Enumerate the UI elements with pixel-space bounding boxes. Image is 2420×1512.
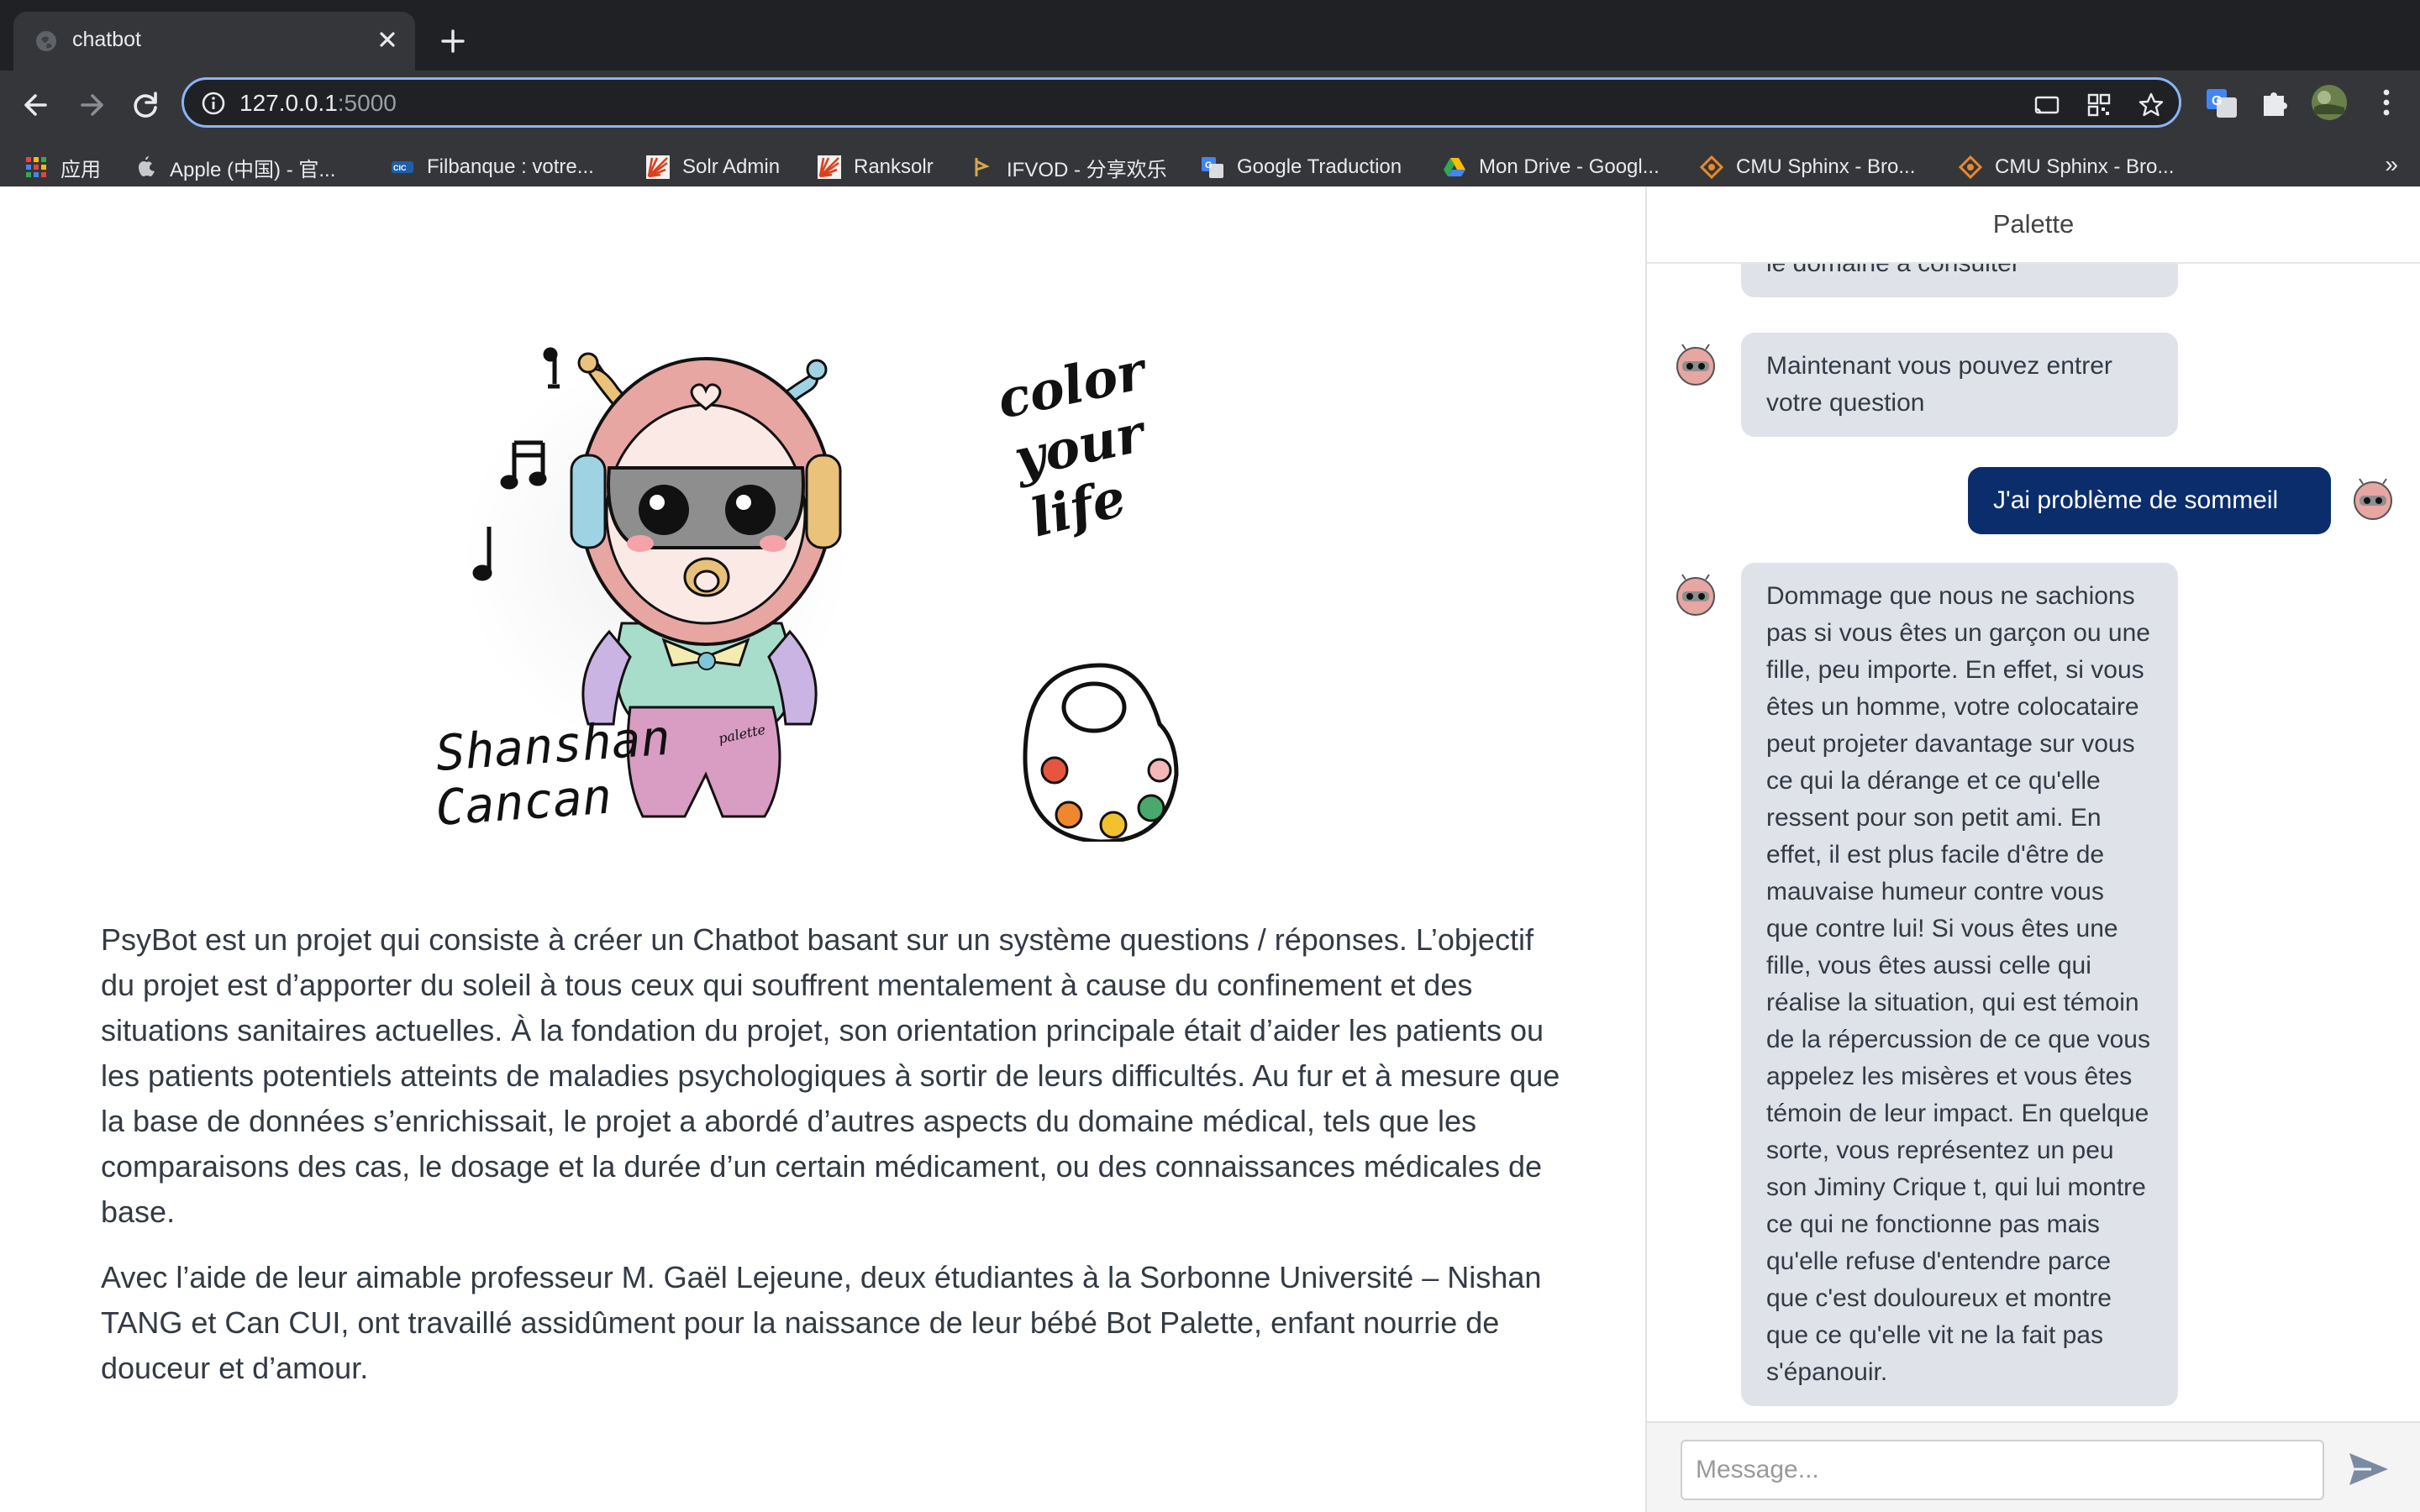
bookmark-mon-drive[interactable]: Mon Drive - Googl... — [1442, 153, 1660, 181]
bookmark-label: Google Traduction — [1237, 155, 1402, 178]
bookmark-star-icon[interactable] — [2137, 91, 2165, 119]
bookmark-label: CMU Sphinx - Bro... — [1736, 155, 1916, 178]
chat-panel: Palette le domaine à consulter Maintenan… — [1645, 186, 2420, 1512]
bookmark-label: 应用 — [60, 158, 101, 181]
intro-paragraph-2: Avec l’aide de leur aimable professeur M… — [101, 1260, 1542, 1385]
google-translate-extension-icon[interactable]: G — [2202, 82, 2242, 123]
user-avatar-icon — [2354, 478, 2392, 520]
close-tab-icon[interactable] — [373, 25, 402, 54]
bot-avatar-icon — [1676, 344, 1715, 386]
svg-text:Cancan: Cancan — [434, 768, 613, 837]
sphinx-icon — [1958, 155, 1983, 180]
chat-composer — [1647, 1421, 2420, 1512]
svg-text:CIC: CIC — [393, 164, 407, 172]
bookmark-label: IFVOD - 分享欢乐 — [1007, 158, 1167, 181]
bookmark-label: Apple (中国) - 官... — [170, 158, 336, 181]
url-text: 127.0.0.1:5000 — [239, 90, 397, 117]
bookmarks-overflow-chevron[interactable]: » — [2385, 151, 2398, 178]
qr-code-icon[interactable] — [2085, 91, 2113, 119]
bot-avatar-icon — [1676, 574, 1715, 616]
apps-grid-icon — [26, 157, 46, 177]
user-message-bubble: J'ai problème de sommeil — [1968, 467, 2331, 534]
bookmark-apple[interactable]: Apple (中国) - 官... — [133, 153, 335, 181]
bookmark-solr-admin[interactable]: Solr Admin — [645, 153, 780, 181]
url-port: :5000 — [337, 90, 397, 116]
ifvod-icon — [975, 158, 990, 176]
bookmark-ranksolr[interactable]: Ranksolr — [817, 153, 934, 181]
intro-paragraph-1: PsyBot est un projet qui consiste à crée… — [101, 922, 1560, 1229]
new-tab-icon[interactable] — [437, 25, 469, 57]
bookmark-label: Filbanque : votre... — [427, 155, 594, 178]
forward-arrow-icon[interactable] — [71, 84, 113, 126]
apple-icon — [139, 156, 155, 176]
back-arrow-icon[interactable] — [15, 84, 57, 126]
chat-history[interactable]: le domaine à consulter Maintenant vous p… — [1647, 264, 2420, 1465]
bookmark-label: Mon Drive - Googl... — [1479, 155, 1660, 178]
chat-header-title: Palette — [1647, 186, 2420, 264]
bookmark-filbanque[interactable]: CIC Filbanque : votre... — [390, 153, 594, 181]
bookmark-label: Ranksolr — [854, 155, 934, 178]
cic-icon: CIC — [392, 161, 413, 173]
svg-text:G: G — [2212, 94, 2222, 108]
browser-tab-strip: chatbot — [0, 0, 2420, 71]
sphinx-icon — [1699, 155, 1724, 180]
globe-icon — [36, 31, 56, 51]
address-bar[interactable]: 127.0.0.1:5000 — [182, 77, 2181, 128]
google-translate-icon: G — [1202, 157, 1223, 178]
solr-icon — [818, 155, 841, 179]
url-host: 127.0.0.1 — [239, 90, 338, 116]
profile-avatar-icon[interactable] — [2309, 82, 2349, 123]
palette-mascot-illustration: palette color your life Shanshan Cancan — [434, 339, 1179, 842]
site-info-icon[interactable] — [201, 91, 226, 116]
bot-message-bubble: Dommage que nous ne sachions pas si vous… — [1741, 563, 2178, 1406]
svg-text:G: G — [1205, 160, 1213, 171]
color-your-life-doodle: color your life — [992, 339, 1154, 549]
google-drive-icon — [1444, 158, 1465, 176]
reload-icon[interactable] — [124, 84, 166, 126]
bookmark-google-traduction[interactable]: G Google Traduction — [1200, 153, 1402, 181]
extensions-puzzle-icon[interactable] — [2254, 82, 2294, 123]
cast-icon[interactable] — [2033, 91, 2061, 119]
browser-toolbar: 127.0.0.1:5000 G 应用 Apple (中国) - 官... CI… — [0, 71, 2420, 200]
paint-palette-icon — [1023, 663, 1179, 842]
more-options-icon[interactable] — [2366, 82, 2407, 123]
send-icon[interactable] — [2346, 1448, 2391, 1490]
browser-tab-chatbot[interactable]: chatbot — [13, 12, 415, 71]
bookmark-cmu-sphinx-2[interactable]: CMU Sphinx - Bro... — [1958, 153, 2174, 181]
bookmark-label: Solr Admin — [682, 155, 781, 178]
message-input[interactable] — [1681, 1440, 2324, 1500]
bookmark-label: CMU Sphinx - Bro... — [1995, 155, 2175, 178]
bot-message-bubble: Maintenant vous pouvez entrer votre ques… — [1741, 333, 2178, 437]
bookmark-cmu-sphinx-1[interactable]: CMU Sphinx - Bro... — [1699, 153, 1915, 181]
tab-title: chatbot — [72, 28, 142, 51]
bookmarks-bar: 应用 Apple (中国) - 官... CIC Filbanque : vot… — [0, 136, 2420, 193]
solr-icon — [646, 155, 670, 179]
bookmark-apps[interactable]: 应用 — [24, 153, 101, 181]
bookmark-ifvod[interactable]: IFVOD - 分享欢乐 — [970, 153, 1167, 181]
bot-message-bubble: le domaine à consulter — [1741, 264, 2178, 297]
